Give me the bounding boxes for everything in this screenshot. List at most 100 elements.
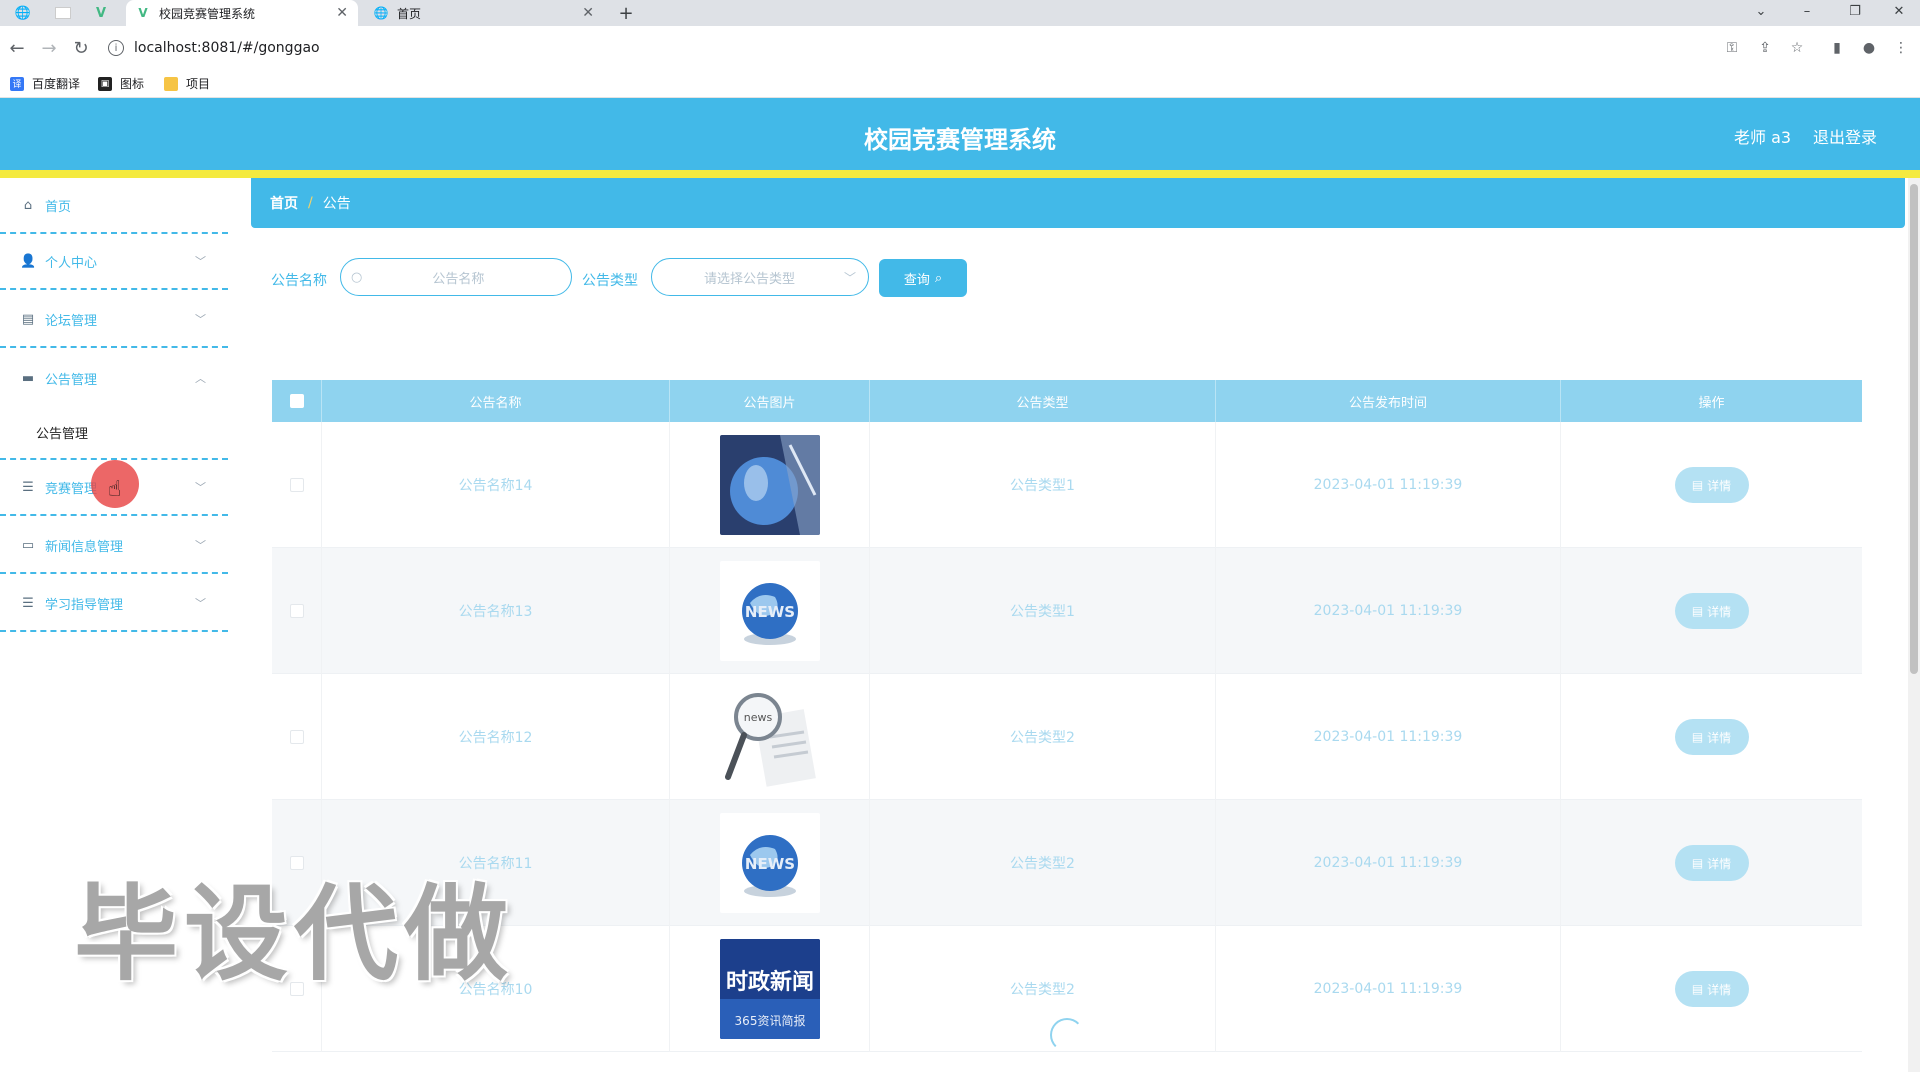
- page-scrollbar[interactable]: [1908, 178, 1920, 1072]
- notice-type-select[interactable]: 请选择公告类型 ﹀: [651, 258, 869, 296]
- key-icon[interactable]: ⚿: [1721, 37, 1743, 59]
- filter-type-label: 公告类型: [582, 273, 638, 289]
- query-button-label: 查询: [903, 272, 930, 288]
- bookmarks-bar: 译 百度翻译 ▣ 图标 项目: [0, 70, 1920, 98]
- url-field[interactable]: i localhost:8081/#/gonggao: [108, 33, 1758, 63]
- action-cell: ▤ 详情: [1561, 800, 1862, 926]
- sidepanel-icon[interactable]: ▮: [1826, 37, 1848, 59]
- query-button[interactable]: 查询 ⌕: [879, 259, 967, 297]
- notice-image-cell: news: [670, 674, 870, 800]
- vue-logo-icon: V: [138, 6, 148, 20]
- star-icon[interactable]: ☆: [1786, 37, 1808, 59]
- logout-button[interactable]: 退出登录: [1813, 124, 1877, 148]
- profile-icon[interactable]: ●: [1858, 37, 1880, 59]
- filter-name-label: 公告名称: [271, 273, 327, 289]
- row-select-cell: [272, 674, 322, 800]
- reload-icon[interactable]: ↻: [68, 35, 94, 61]
- list-icon: ☰: [22, 479, 34, 495]
- breadcrumb: 首页 / 公告: [251, 178, 1905, 228]
- notice-type-cell: 公告类型1: [870, 548, 1216, 674]
- tab-home[interactable]: 🌐 首页 ✕: [364, 0, 604, 26]
- restore-button[interactable]: ❐: [1834, 0, 1876, 22]
- sidebar-item-forum[interactable]: ▤ 论坛管理 ﹀: [0, 292, 228, 348]
- blank-tab-icon[interactable]: [50, 3, 76, 23]
- table-header: 公告名称 公告图片 公告类型 公告发布时间 操作: [272, 380, 1862, 422]
- sidebar-item-home[interactable]: ⌂ 首页: [0, 178, 228, 234]
- detail-button[interactable]: ▤ 详情: [1674, 467, 1749, 503]
- share-icon[interactable]: ⇪: [1754, 37, 1776, 59]
- chevron-down-icon: ﹀: [195, 255, 206, 268]
- watermark-text: 毕设代做: [74, 873, 515, 995]
- row-checkbox[interactable]: [289, 856, 304, 870]
- detail-button-label: 详情: [1707, 856, 1732, 871]
- close-icon[interactable]: ✕: [336, 5, 348, 21]
- document-icon: ▤: [1691, 604, 1704, 618]
- sidebar-item-profile[interactable]: 👤 个人中心 ﹀: [0, 234, 228, 290]
- notice-time-cell: 2023-04-01 11:19:39: [1216, 800, 1561, 926]
- bookmark-baidu-translate[interactable]: 译 百度翻译: [10, 75, 80, 92]
- bookmark-icons[interactable]: ▣ 图标: [98, 75, 144, 92]
- globe-icon[interactable]: 🌐: [10, 3, 36, 23]
- detail-button-label: 详情: [1707, 478, 1732, 493]
- sidebar-item-label: 新闻信息管理: [45, 539, 124, 555]
- browser-tab-strip: 🌐 V V 校园竞赛管理系统 ✕ 🌐 首页 ✕ + ⌄ – ❐ ✕: [0, 0, 1920, 26]
- notice-time-cell: 2023-04-01 11:19:39: [1216, 926, 1561, 1052]
- detail-button[interactable]: ▤ 详情: [1674, 593, 1749, 629]
- action-cell: ▤ 详情: [1561, 674, 1862, 800]
- folder-icon: [164, 76, 178, 91]
- image-caption: news: [743, 711, 772, 724]
- bookmark-project[interactable]: 项目: [164, 75, 210, 92]
- notice-image-cell: 时政新闻 365资讯简报: [670, 926, 870, 1052]
- close-icon[interactable]: ✕: [582, 5, 594, 21]
- row-checkbox[interactable]: [289, 730, 304, 744]
- chevron-down-icon: ﹀: [195, 597, 206, 610]
- table-row: 公告名称13 NEWS 公告类型1 2023-04-01 11:19:39 ▤ 详…: [272, 548, 1862, 674]
- news-icon: ▭: [21, 537, 35, 553]
- notice-type-cell: 公告类型2: [870, 674, 1216, 800]
- breadcrumb-home[interactable]: 首页: [270, 193, 298, 213]
- vue-logo-icon[interactable]: V: [88, 3, 114, 23]
- loading-spinner: [1050, 1018, 1084, 1052]
- input-placeholder: 公告名称: [432, 271, 485, 287]
- globe-photo-image: [719, 435, 820, 535]
- select-all-checkbox[interactable]: [289, 394, 304, 408]
- back-icon[interactable]: ←: [4, 35, 30, 61]
- column-header: 公告名称: [322, 380, 670, 422]
- notice-type-cell: 公告类型2: [870, 800, 1216, 926]
- site-info-icon[interactable]: i: [108, 40, 124, 56]
- notice-icon: ▬: [21, 370, 35, 386]
- tab-search-icon[interactable]: ⌄: [1740, 0, 1782, 22]
- image-caption: 时政新闻: [725, 969, 813, 995]
- table-row: 公告名称12 news 公告类型2 2023-04-01 11:19:39 ▤ …: [272, 674, 1862, 800]
- bookmark-label: 图标: [120, 77, 145, 91]
- minimize-button[interactable]: –: [1786, 0, 1828, 22]
- row-checkbox[interactable]: [289, 478, 304, 492]
- sidebar-item-label: 论坛管理: [45, 313, 98, 329]
- tab-app[interactable]: V 校园竞赛管理系统 ✕: [126, 0, 358, 26]
- sidebar-item-study[interactable]: ☰ 学习指导管理 ﹀: [0, 576, 228, 632]
- search-icon: ⌕: [934, 270, 943, 286]
- close-window-button[interactable]: ✕: [1878, 0, 1920, 22]
- row-select-cell: [272, 548, 322, 674]
- chevron-down-icon: ﹀: [195, 481, 206, 494]
- globe-icon: 🌐: [373, 6, 389, 20]
- scrollbar-thumb[interactable]: [1910, 184, 1918, 674]
- row-checkbox[interactable]: [289, 604, 304, 618]
- detail-button[interactable]: ▤ 详情: [1674, 971, 1749, 1007]
- sidebar-item-news[interactable]: ▭ 新闻信息管理 ﹀: [0, 518, 228, 574]
- current-user: 老师 a3: [1734, 128, 1792, 147]
- menu-icon[interactable]: ⋮: [1890, 37, 1912, 59]
- notice-image-cell: NEWS: [670, 800, 870, 926]
- forward-icon[interactable]: →: [36, 35, 62, 61]
- app-header: 校园竞赛管理系统 老师 a3 退出登录: [0, 98, 1920, 170]
- image-caption: NEWS: [744, 603, 794, 621]
- sidebar-item-notice[interactable]: ▬ 公告管理 ︿: [0, 350, 228, 406]
- notice-time-cell: 2023-04-01 11:19:39: [1216, 674, 1561, 800]
- detail-button[interactable]: ▤ 详情: [1674, 845, 1749, 881]
- sidebar-subitem-notice-manage[interactable]: 公告管理: [0, 406, 228, 460]
- notice-name-input[interactable]: ○ 公告名称: [340, 258, 572, 296]
- new-tab-button[interactable]: +: [613, 0, 639, 26]
- breadcrumb-current: 公告: [322, 196, 351, 212]
- tab-title: 校园竞赛管理系统: [159, 6, 256, 21]
- detail-button[interactable]: ▤ 详情: [1674, 719, 1749, 755]
